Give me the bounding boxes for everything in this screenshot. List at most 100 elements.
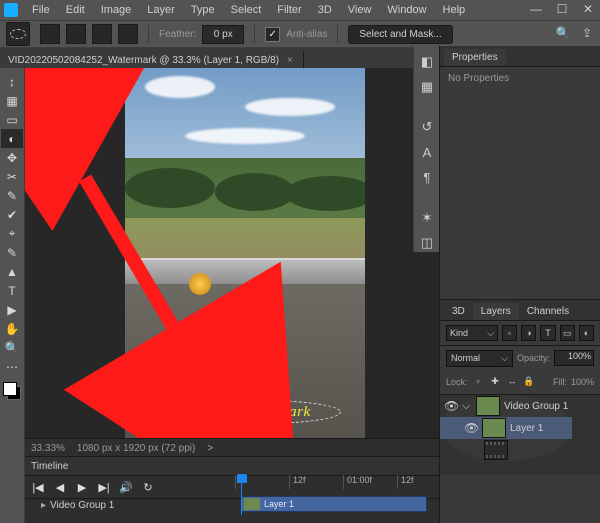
tool-gradient[interactable]: ▲	[1, 262, 23, 281]
mini-color-icon[interactable]: ◧	[416, 52, 438, 71]
track-caret[interactable]: ▸	[41, 500, 46, 511]
tab-channels[interactable]: Channels	[519, 303, 577, 320]
group-caret[interactable]: ⌵	[462, 400, 472, 413]
lock-artboard[interactable]: ↔	[506, 376, 519, 389]
menu-layer[interactable]: Layer	[139, 2, 183, 18]
arrow-to-watermark	[85, 178, 215, 398]
menu-view[interactable]: View	[340, 2, 380, 18]
color-swatches[interactable]	[3, 382, 21, 400]
fg-color[interactable]	[3, 382, 17, 396]
group-thumb	[476, 396, 500, 416]
tab-3d[interactable]: 3D	[444, 303, 473, 320]
tool-more[interactable]: ⋯	[1, 357, 23, 376]
options-bar: Feather: ✓ Anti-alias Select and Mask...	[0, 21, 600, 48]
menu-3d[interactable]: 3D	[310, 2, 340, 18]
timeline-first[interactable]: |◀	[31, 481, 45, 494]
mini-styles-icon[interactable]: ◫	[416, 233, 438, 252]
lock-all[interactable]: 🔒	[523, 376, 536, 389]
right-mini-strip: ◧ ▦ ↺ A ¶ ✶ ◫	[413, 46, 440, 252]
clip-thumb	[244, 498, 260, 510]
lock-label: Lock:	[446, 377, 468, 387]
mini-swatches-icon[interactable]: ▦	[416, 77, 438, 96]
menu-image[interactable]: Image	[93, 2, 140, 18]
layer-smart-row[interactable]	[440, 439, 572, 461]
status-zoom[interactable]: 33.33%	[31, 443, 65, 454]
tool-healing[interactable]: ✔	[1, 205, 23, 224]
filter-pixel[interactable]: ▫	[502, 325, 517, 341]
share-icon[interactable]: ⇪	[578, 26, 596, 40]
mini-adjust-icon[interactable]: ✶	[416, 208, 438, 227]
menu-help[interactable]: Help	[435, 2, 474, 18]
timeline-loop[interactable]: ↻	[141, 481, 155, 494]
menu-select[interactable]: Select	[223, 2, 270, 18]
timeline-prev[interactable]: ◀	[53, 481, 67, 494]
document-tab-close[interactable]: ×	[287, 55, 293, 66]
timeline-playhead[interactable]	[241, 475, 242, 515]
sel-mode-add[interactable]	[66, 24, 86, 44]
sel-mode-new[interactable]	[40, 24, 60, 44]
window-maximize[interactable]: ☐	[554, 2, 570, 16]
filter-adjust[interactable]: ◑	[521, 325, 536, 341]
tool-type[interactable]: T	[1, 281, 23, 300]
mini-history-icon[interactable]: ↺	[416, 118, 438, 137]
layer-group[interactable]: 👁 ⌵ Video Group 1	[440, 395, 572, 417]
tab-layers[interactable]: Layers	[473, 303, 519, 320]
lock-pixels[interactable]: ▫	[472, 376, 485, 389]
tool-lasso[interactable]: ◐	[1, 129, 23, 148]
tool-quick-select[interactable]: ✥	[1, 148, 23, 167]
status-docinfo[interactable]: 1080 px x 1920 px (72 ppi)	[77, 443, 195, 454]
timeline-clip[interactable]: Layer 1	[241, 496, 427, 512]
timeline-vol[interactable]: 🔊	[119, 481, 133, 494]
feather-label: Feather:	[159, 29, 196, 40]
search-icon[interactable]: 🔍	[554, 26, 572, 40]
filter-shape[interactable]: ▭	[560, 325, 575, 341]
fill-value[interactable]: 100%	[571, 377, 594, 387]
tab-properties[interactable]: Properties	[444, 49, 506, 66]
tool-artboard[interactable]: ▦	[1, 91, 23, 110]
lock-position[interactable]: ✚	[489, 376, 502, 389]
tool-crop[interactable]: ✂	[1, 167, 23, 186]
window-minimize[interactable]: —	[528, 2, 544, 16]
menu-type[interactable]: Type	[183, 2, 223, 18]
tool-eyedropper[interactable]: ✎	[1, 186, 23, 205]
menu-window[interactable]: Window	[379, 2, 434, 18]
timeline-play[interactable]: ▶	[75, 481, 89, 494]
tool-brush[interactable]: ⌖	[1, 224, 23, 243]
tool-marquee[interactable]: ▭	[1, 110, 23, 129]
tool-zoom[interactable]: 🔍	[1, 338, 23, 357]
layers-kind-select[interactable]: Kind⌵	[446, 325, 498, 341]
menu-filter[interactable]: Filter	[269, 2, 309, 18]
layer-item[interactable]: 👁 Layer 1	[440, 417, 572, 439]
mini-char-icon[interactable]: A	[416, 143, 438, 162]
menubar: File Edit Image Layer Type Select Filter…	[0, 0, 600, 21]
arrow-to-lasso	[41, 80, 105, 116]
sel-mode-intersect[interactable]	[118, 24, 138, 44]
tool-move[interactable]: ↕	[1, 72, 23, 91]
antialias-checkbox[interactable]: ✓	[265, 27, 280, 42]
status-caret[interactable]: >	[207, 443, 213, 454]
opacity-value[interactable]: 100%	[554, 350, 594, 366]
menu-file[interactable]: File	[24, 2, 58, 18]
sel-mode-sub[interactable]	[92, 24, 112, 44]
eye-icon[interactable]: 👁	[464, 421, 478, 435]
tool-preset-icon[interactable]	[6, 22, 30, 46]
filter-type[interactable]: T	[540, 325, 555, 341]
window-close[interactable]: ✕	[580, 2, 596, 16]
tool-path[interactable]: ▶	[1, 300, 23, 319]
layers-tree: 👁 ⌵ Video Group 1 👁 Layer 1	[440, 395, 572, 461]
tool-hand[interactable]: ✋	[1, 319, 23, 338]
separator	[254, 25, 255, 43]
select-and-mask-button[interactable]: Select and Mask...	[348, 25, 452, 44]
filter-smart[interactable]: ◐	[579, 325, 594, 341]
timeline-next[interactable]: ▶|	[97, 481, 111, 494]
document-tab-title: VID20220502084252_Watermark @ 33.3% (Lay…	[8, 55, 279, 66]
mini-para-icon[interactable]: ¶	[416, 168, 438, 187]
feather-input[interactable]	[202, 25, 244, 44]
separator	[337, 25, 338, 43]
blend-mode-select[interactable]: Normal⌵	[446, 350, 513, 367]
eye-icon[interactable]: 👁	[444, 399, 458, 413]
track-label[interactable]: Video Group 1	[50, 500, 114, 511]
menu-edit[interactable]: Edit	[58, 2, 93, 18]
toolbar: ↕ ▦ ▭ ◐ ✥ ✂ ✎ ✔ ⌖ ✎ ▲ T ▶ ✋ 🔍 ⋯	[0, 68, 25, 523]
tool-clone[interactable]: ✎	[1, 243, 23, 262]
